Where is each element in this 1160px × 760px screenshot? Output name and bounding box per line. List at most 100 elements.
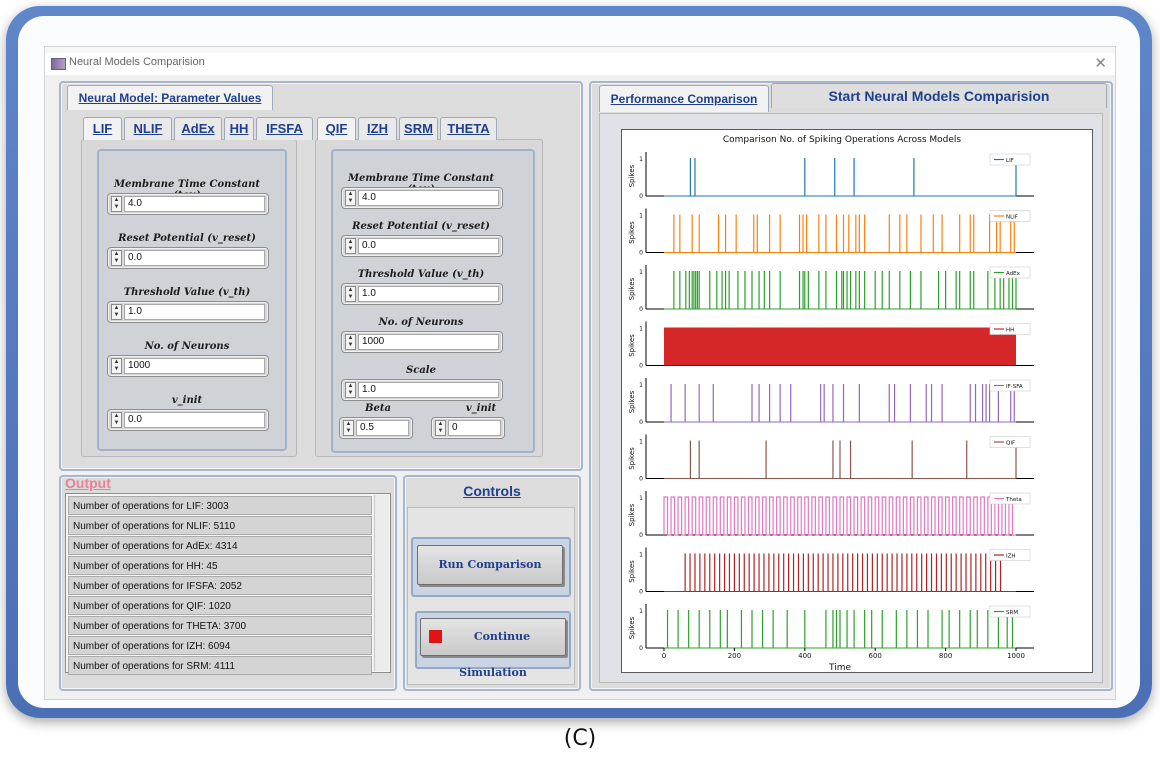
tab-ifsfa[interactable]: IFSFA xyxy=(256,117,313,140)
numeric-input[interactable]: ▲ ▼ 0.0 xyxy=(341,235,503,257)
spin-arrows-icon[interactable]: ▲ ▼ xyxy=(345,286,356,302)
numeric-input-value[interactable]: 1.0 xyxy=(358,286,499,302)
spin-arrows-icon[interactable]: ▲ ▼ xyxy=(345,334,356,350)
y-axis-label: Spikes xyxy=(628,221,636,244)
legend-label: AdEx xyxy=(1006,271,1021,277)
output-row: Number of operations for HH: 45 xyxy=(68,556,372,575)
continue-simulation-frame: Continue Simulation xyxy=(415,611,571,679)
numeric-input[interactable]: ▲ ▼ 1.0 xyxy=(107,301,269,323)
continue-simulation-button[interactable]: Continue Simulation xyxy=(420,618,566,679)
numeric-input-value[interactable]: 0.0 xyxy=(358,238,499,254)
run-comparison-frame: Run Comparison xyxy=(411,537,571,597)
spike-block xyxy=(664,327,1016,366)
numeric-input[interactable]: ▲ ▼ 1000 xyxy=(107,355,269,377)
figure-caption: (C) xyxy=(563,726,597,751)
y-tick-label: 0 xyxy=(639,419,643,426)
y-axis-label: Spikes xyxy=(628,164,636,187)
app-icon xyxy=(51,58,66,70)
spike-chart-frame: Comparison No. of Spiking Operations Acr… xyxy=(621,129,1093,673)
output-list[interactable]: Number of operations for LIF: 3003 Number… xyxy=(65,493,391,675)
output-row: Number of operations for IZH: 6094 xyxy=(68,636,372,655)
run-comparison-button[interactable]: Run Comparison xyxy=(417,545,563,585)
tab-start-comparison[interactable]: Start Neural Models Comparision xyxy=(771,83,1107,108)
tab-lif[interactable]: LIF xyxy=(83,117,122,140)
legend-label: Theta xyxy=(1005,497,1022,503)
field-label: Reset Potential (v_reset) xyxy=(352,221,490,232)
v-init-value-2[interactable]: 0 xyxy=(448,420,501,436)
field-label: Reset Potential (v_reset) xyxy=(118,233,256,244)
window-title: Neural Models Comparision xyxy=(69,56,205,68)
tab-nlif[interactable]: NLIF xyxy=(124,117,172,140)
spin-arrows-icon[interactable]: ▲ ▼ xyxy=(345,238,356,254)
spin-arrows-icon[interactable]: ▲ ▼ xyxy=(343,420,354,436)
y-axis-label: Spikes xyxy=(628,334,636,357)
numeric-input-value[interactable]: 4.0 xyxy=(358,190,499,206)
spin-arrows-icon[interactable]: ▲ ▼ xyxy=(111,304,122,320)
numeric-input[interactable]: ▲ ▼ 4.0 xyxy=(107,193,269,215)
numeric-input-value[interactable]: 1.0 xyxy=(358,382,499,398)
output-scrollbar[interactable] xyxy=(374,495,389,671)
y-tick-label: 0 xyxy=(639,476,643,483)
chart-title: Comparison No. of Spiking Operations Acr… xyxy=(723,135,962,145)
tab-theta[interactable]: THETA xyxy=(440,117,497,140)
y-tick-label: 1 xyxy=(639,326,643,333)
numeric-input-value[interactable]: 1.0 xyxy=(124,304,265,320)
tab-parameter-values[interactable]: Neural Model: Parameter Values xyxy=(67,85,273,110)
numeric-input[interactable]: ▲ ▼ 0.0 xyxy=(107,247,269,269)
app-window: Neural Models Comparision ✕ Neural Model… xyxy=(44,46,1116,700)
output-row: Number of operations for QIF: 1020 xyxy=(68,596,372,615)
y-axis-label: Spikes xyxy=(628,560,636,583)
numeric-input-value[interactable]: 0.0 xyxy=(124,412,265,428)
comparison-panel: Performance Comparison Start Neural Mode… xyxy=(589,81,1113,691)
stop-icon xyxy=(429,630,442,643)
controls-title: Controls xyxy=(463,483,521,499)
tab-izh[interactable]: IZH xyxy=(358,117,397,140)
y-tick-label: 1 xyxy=(639,156,643,163)
v-init-input-2[interactable]: ▲ ▼ 0 xyxy=(431,417,505,439)
y-tick-label: 1 xyxy=(639,269,643,276)
output-panel: Output Number of operations for LIF: 300… xyxy=(59,475,397,691)
legend-label: IF-SFA xyxy=(1006,384,1023,390)
tab-srm[interactable]: SRM xyxy=(399,117,438,140)
output-row: Number of operations for NLIF: 5110 xyxy=(68,516,372,535)
title-bar: Neural Models Comparision ✕ xyxy=(45,53,1115,75)
legend-label: IZH xyxy=(1006,554,1016,560)
tab-adex[interactable]: AdEx xyxy=(174,117,222,140)
legend-label: NLIF xyxy=(1006,215,1018,221)
tab-qif[interactable]: QIF xyxy=(317,117,356,140)
numeric-input[interactable]: ▲ ▼ 1000 xyxy=(341,331,503,353)
spin-arrows-icon[interactable]: ▲ ▼ xyxy=(345,382,356,398)
beta-input[interactable]: ▲ ▼ 0.5 xyxy=(339,417,413,439)
legend-label: LIF xyxy=(1006,158,1014,164)
y-tick-label: 1 xyxy=(639,439,643,446)
spin-arrows-icon[interactable]: ▲ ▼ xyxy=(111,412,122,428)
field-label: No. of Neurons xyxy=(144,341,230,352)
spin-arrows-icon[interactable]: ▲ ▼ xyxy=(111,250,122,266)
tab-hh[interactable]: HH xyxy=(224,117,254,140)
spin-arrows-icon[interactable]: ▲ ▼ xyxy=(435,420,446,436)
numeric-input-value[interactable]: 4.0 xyxy=(124,196,265,212)
y-tick-label: 1 xyxy=(639,552,643,559)
spin-arrows-icon[interactable]: ▲ ▼ xyxy=(111,358,122,374)
field-label: Threshold Value (v_th) xyxy=(357,269,485,280)
spin-arrows-icon[interactable]: ▲ ▼ xyxy=(111,196,122,212)
numeric-input-value[interactable]: 0.0 xyxy=(124,250,265,266)
numeric-input-value[interactable]: 1000 xyxy=(124,358,265,374)
y-tick-label: 1 xyxy=(639,608,643,615)
tab-performance-comparison[interactable]: Performance Comparison xyxy=(599,85,769,112)
numeric-input[interactable]: ▲ ▼ 1.0 xyxy=(341,283,503,305)
numeric-input[interactable]: ▲ ▼ 4.0 xyxy=(341,187,503,209)
y-tick-label: 0 xyxy=(639,193,643,200)
model-group-2-fields: Membrane Time Constant (tau)▲▼4.0Reset P… xyxy=(331,149,535,453)
close-icon[interactable]: ✕ xyxy=(1094,54,1107,72)
numeric-input[interactable]: ▲ ▼ 0.0 xyxy=(107,409,269,431)
output-title: Output xyxy=(65,475,111,491)
numeric-input-value[interactable]: 1000 xyxy=(358,334,499,350)
numeric-input[interactable]: ▲ ▼ 1.0 xyxy=(341,379,503,401)
v-init-label: v_init xyxy=(465,403,497,414)
y-tick-label: 0 xyxy=(639,645,643,652)
spin-arrows-icon[interactable]: ▲ ▼ xyxy=(345,190,356,206)
x-axis-label: Time xyxy=(828,663,851,672)
beta-value[interactable]: 0.5 xyxy=(356,420,409,436)
y-tick-label: 0 xyxy=(639,250,643,257)
